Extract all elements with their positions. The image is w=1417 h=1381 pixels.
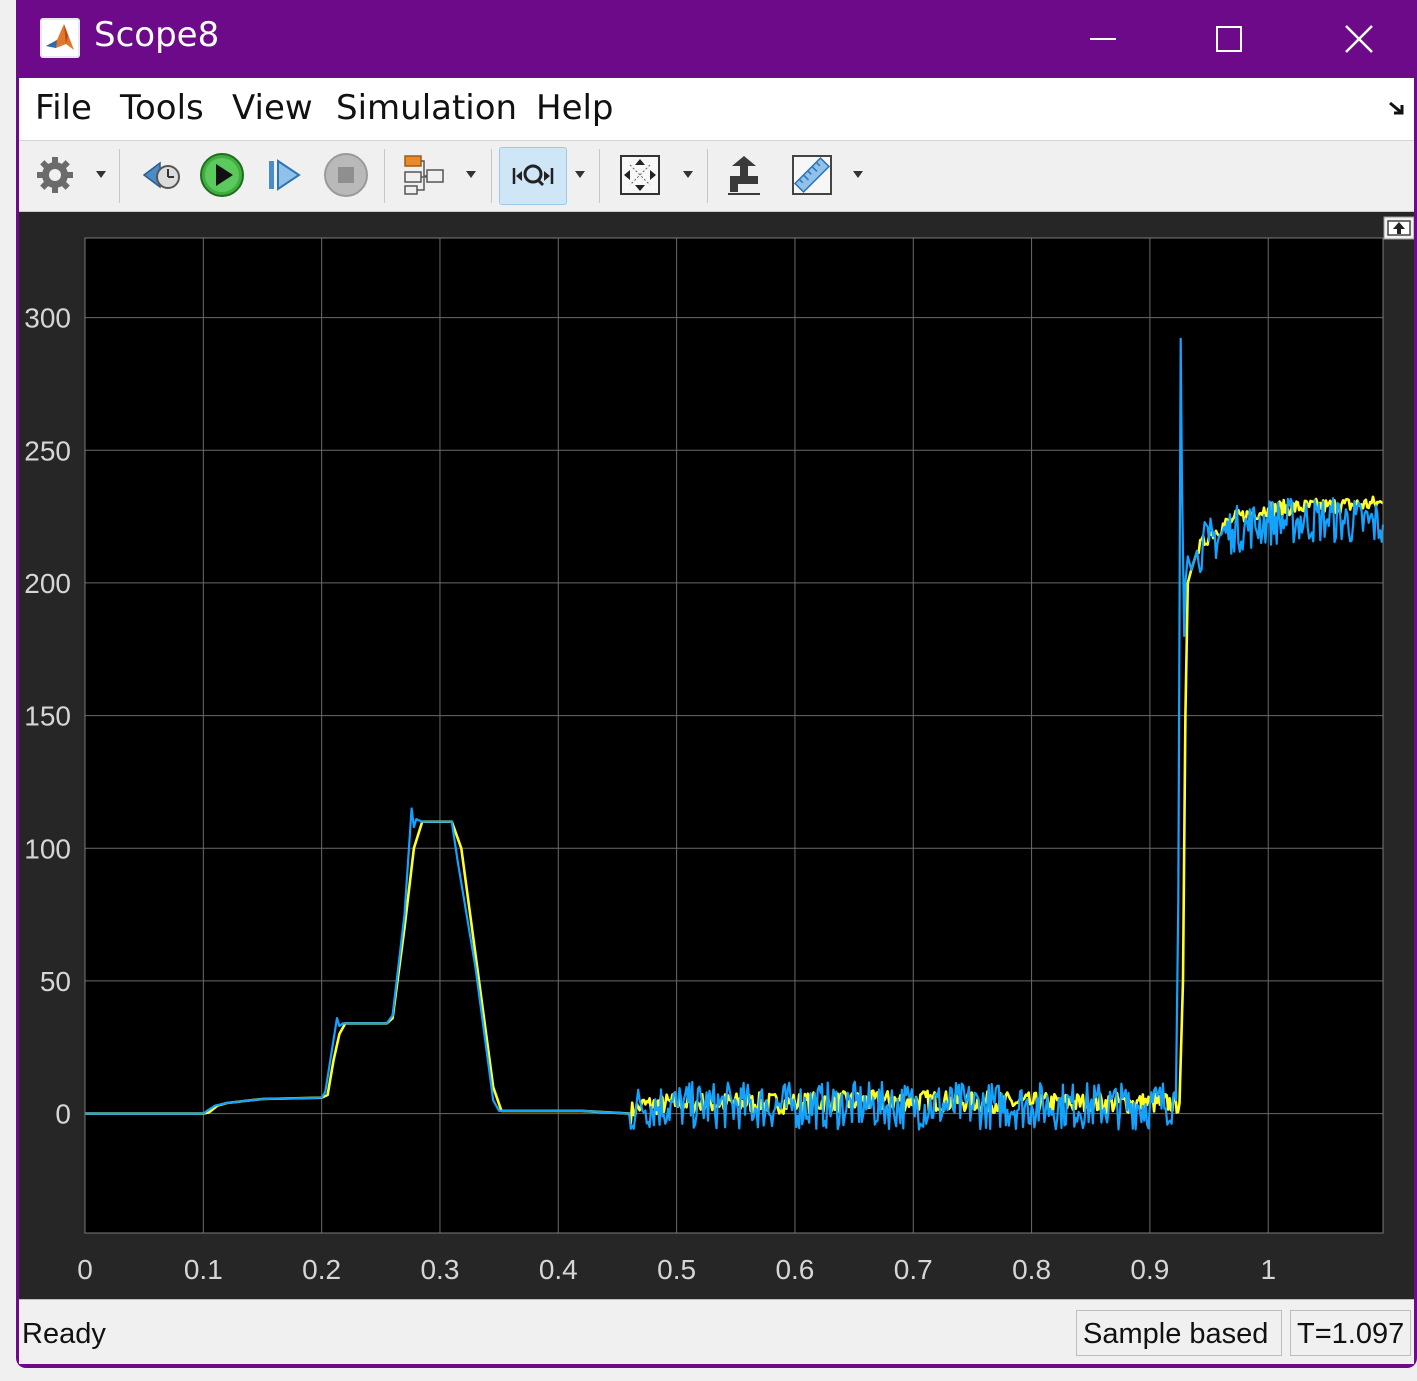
maximize-button[interactable] — [1174, 0, 1284, 78]
minimize-button[interactable] — [1048, 0, 1158, 78]
zoom-dropdown[interactable] — [575, 171, 585, 178]
toolbar-separator — [384, 149, 385, 203]
close-icon — [1345, 25, 1373, 53]
step-forward-button[interactable] — [259, 147, 309, 203]
x-tick-label: 0.2 — [302, 1254, 341, 1285]
configuration-dropdown[interactable] — [96, 171, 106, 178]
gear-icon — [37, 157, 73, 193]
zoom-x-icon — [512, 164, 554, 187]
status-text: Ready — [22, 1318, 106, 1350]
y-axis: 0 50 100 150 200 250 300 — [24, 303, 71, 1130]
close-button[interactable] — [1304, 0, 1414, 78]
status-mode: Sample based — [1076, 1310, 1282, 1356]
toolbar-separator — [491, 149, 492, 203]
scope-window: Scope8 File Tools View Simulation Help 0… — [16, 0, 1417, 1368]
run-button[interactable] — [197, 147, 247, 203]
stop-icon — [324, 153, 368, 197]
cursor-measure-icon — [728, 156, 760, 195]
plot-axes-background — [85, 238, 1383, 1233]
y-tick-label: 0 — [55, 1099, 71, 1130]
x-tick-label: 0.9 — [1130, 1254, 1169, 1285]
menu-bar: File Tools View Simulation Help — [19, 78, 1414, 141]
status-bar: Ready Sample based T=1.097 — [19, 1299, 1414, 1364]
menu-help[interactable]: Help — [536, 88, 614, 128]
step-forward-icon — [269, 159, 301, 191]
fit-to-view-icon — [620, 155, 660, 195]
y-tick-label: 250 — [24, 435, 71, 466]
configuration-button[interactable] — [31, 147, 79, 203]
title-bar[interactable]: Scope8 — [16, 0, 1417, 78]
x-tick-label: 0.3 — [420, 1254, 459, 1285]
menu-file[interactable]: File — [35, 88, 92, 128]
measurement-ruler-icon — [792, 155, 832, 195]
maximize-icon — [1216, 26, 1242, 52]
toolbar-separator — [119, 149, 120, 203]
y-tick-label: 300 — [24, 303, 71, 334]
x-axis: 0 0.1 0.2 0.3 0.4 0.5 0.6 0.7 0.8 0.9 1 — [77, 1254, 1276, 1285]
run-icon — [200, 153, 244, 197]
measurement-ruler-button[interactable] — [787, 147, 837, 203]
scope-plot[interactable]: 0 50 100 150 200 250 300 0 0.1 0.2 0.3 0.4 0.5 0.6 0.… — [19, 212, 1415, 1299]
undock-axes-button[interactable] — [1383, 216, 1415, 240]
matlab-icon — [40, 18, 80, 58]
undock-axes-icon — [1387, 220, 1411, 236]
step-back-button[interactable] — [137, 147, 187, 203]
menu-view[interactable]: View — [232, 88, 313, 128]
menu-tools[interactable]: Tools — [120, 88, 204, 128]
y-tick-label: 50 — [40, 966, 71, 997]
toolbar — [19, 141, 1414, 212]
measurement-dropdown[interactable] — [853, 171, 863, 178]
toolbar-separator — [707, 149, 708, 203]
fit-to-view-button[interactable] — [615, 147, 665, 203]
step-back-icon — [142, 161, 180, 189]
y-tick-label: 100 — [24, 833, 71, 864]
y-tick-label: 150 — [24, 701, 71, 732]
toolbar-separator — [599, 149, 600, 203]
minimize-icon — [1090, 38, 1116, 40]
menu-simulation[interactable]: Simulation — [336, 88, 517, 128]
status-time: T=1.097 — [1290, 1310, 1411, 1356]
cursor-measure-button[interactable] — [719, 147, 769, 203]
y-tick-label: 200 — [24, 568, 71, 599]
x-tick-label: 0.8 — [1012, 1254, 1051, 1285]
stop-button[interactable] — [321, 147, 371, 203]
window-title: Scope8 — [94, 15, 220, 55]
zoom-x-button[interactable] — [499, 147, 567, 205]
x-tick-label: 0.1 — [184, 1254, 223, 1285]
x-tick-label: 0.7 — [894, 1254, 933, 1285]
signal-trigger-button[interactable] — [399, 147, 449, 203]
signal-trigger-dropdown[interactable] — [466, 171, 476, 178]
scope-display: 0 50 100 150 200 250 300 0 0.1 0.2 0.3 0.4 0.5 0.6 0.… — [19, 212, 1415, 1299]
signal-trigger-icon — [404, 155, 444, 195]
fit-dropdown[interactable] — [683, 171, 693, 178]
undock-arrow-icon[interactable] — [1387, 98, 1407, 118]
x-tick-label: 0.4 — [539, 1254, 578, 1285]
x-tick-label: 0.6 — [775, 1254, 814, 1285]
x-tick-label: 0.5 — [657, 1254, 696, 1285]
x-tick-label: 0 — [77, 1254, 93, 1285]
x-tick-label: 1 — [1260, 1254, 1276, 1285]
